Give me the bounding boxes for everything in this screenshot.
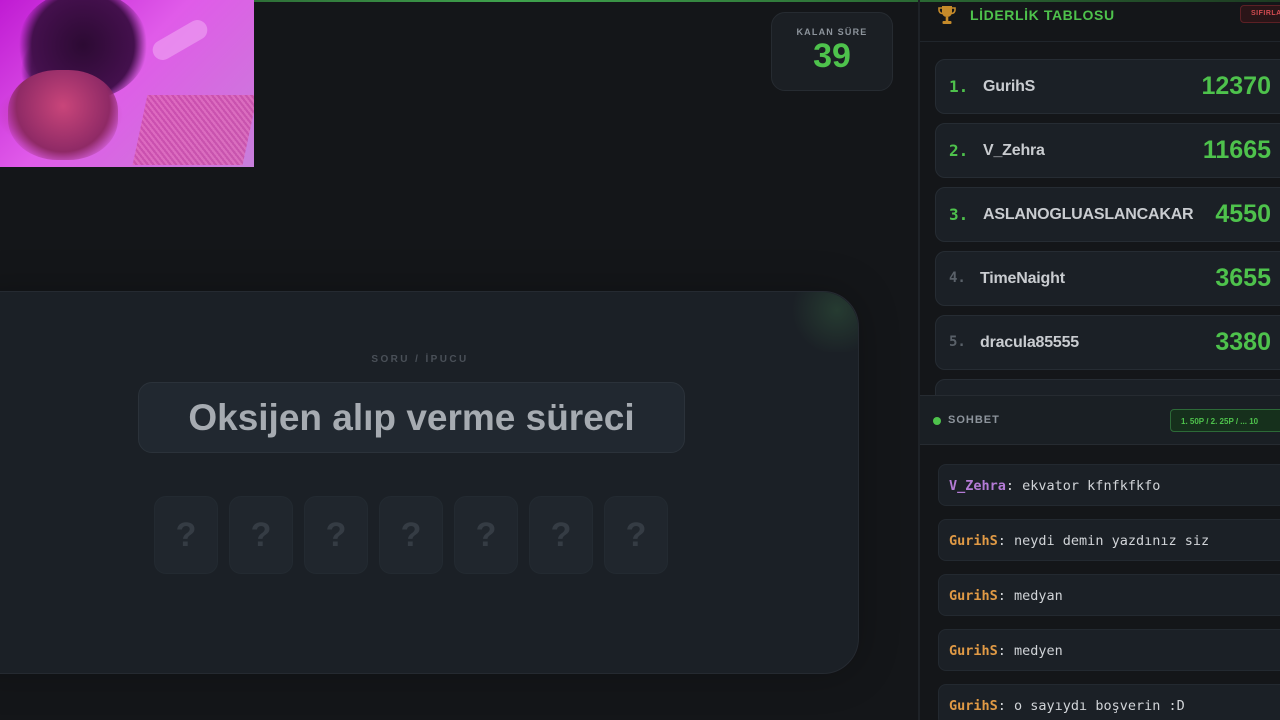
player-name: V_Zehra [983,142,1045,159]
panel-divider [918,0,920,720]
leaderboard-list: 1. GurihS 12370 2. V_Zehra 11665 3. ASLA… [935,59,1280,418]
leaderboard-row: 1. GurihS 12370 [935,59,1280,114]
letter-tile: ? [529,496,593,574]
clue-text: Oksijen alıp verme süreci [138,382,685,453]
chat-username: GurihS [949,533,998,549]
player-name: TimeNaight [980,270,1065,287]
letter-tile: ? [304,496,368,574]
rank: 2. [949,141,969,160]
player-score: 11665 [1202,136,1271,164]
chat-text: : ekvator kfnfkfkfo [1005,478,1161,494]
chat-text: : medyen [997,643,1063,659]
trophy-icon [938,6,956,24]
rank: 5. [949,334,966,350]
chat-username: GurihS [949,588,998,604]
leaderboard-row: 4. TimeNaight 3655 [935,251,1280,306]
chat-message: GurihS: o sayıydı boşverin :D [938,684,1280,720]
letter-tile: ? [604,496,668,574]
leaderboard-row: 3. ASLANOGLUASLANCAKAR 4550 [935,187,1280,242]
player-score: 4550 [1215,200,1271,228]
chat-message: GurihS: medyen [938,629,1280,671]
leaderboard-title: LİDERLİK TABLOSU [970,7,1115,23]
letter-tile: ? [454,496,518,574]
chat-header: SOHBET 1. 50P / 2. 25P / ... 10 [920,395,1280,445]
reset-button[interactable]: SIFIRLA [1240,5,1280,23]
countdown-timer: KALAN SÜRE 39 [771,12,893,91]
rank: 3. [949,205,969,224]
chat-message: GurihS: medyan [938,574,1280,616]
player-score: 12370 [1201,72,1271,100]
leaderboard-header: LİDERLİK TABLOSU [920,0,1280,42]
chat-username: GurihS [949,643,998,659]
letter-tile: ? [379,496,443,574]
chat-messages: V_Zehra: ekvator kfnfkfkfo GurihS: neydi… [938,464,1280,720]
leaderboard-row: 2. V_Zehra 11665 [935,123,1280,178]
chat-message: V_Zehra: ekvator kfnfkfkfo [938,464,1280,506]
game-screen: KALAN SÜRE 39 SORU / İPUCU Oksijen alıp … [0,0,1280,720]
rank: 1. [949,77,969,96]
player-name: GurihS [983,78,1036,95]
chat-username: V_Zehra [949,478,1006,494]
rank: 4. [949,270,966,286]
chat-text: : medyan [997,588,1063,604]
chat-username: GurihS [949,698,998,714]
live-dot-icon [933,417,941,425]
chat-text: : neydi demin yazdınız siz [997,533,1210,549]
webcam-feed [0,0,254,167]
player-score: 3655 [1215,264,1271,292]
player-score: 3380 [1215,328,1271,356]
answer-tiles: ? ? ? ? ? ? ? [154,496,668,574]
player-name: ASLANOGLUASLANCAKAR [983,206,1194,223]
letter-tile: ? [154,496,218,574]
player-name: dracula85555 [980,334,1080,351]
letter-tile: ? [229,496,293,574]
question-section-label: SORU / İPUCU [371,354,469,365]
chat-title: SOHBET [948,414,1000,426]
timer-label: KALAN SÜRE [796,27,868,37]
timer-value: 39 [813,37,851,75]
leaderboard-row: 5. dracula85555 3380 [935,315,1280,370]
chat-text: : o sayıydı boşverin :D [997,698,1185,714]
chat-message: GurihS: neydi demin yazdınız siz [938,519,1280,561]
points-info-badge: 1. 50P / 2. 25P / ... 10 [1170,409,1280,432]
question-card: SORU / İPUCU Oksijen alıp verme süreci ?… [0,291,859,674]
